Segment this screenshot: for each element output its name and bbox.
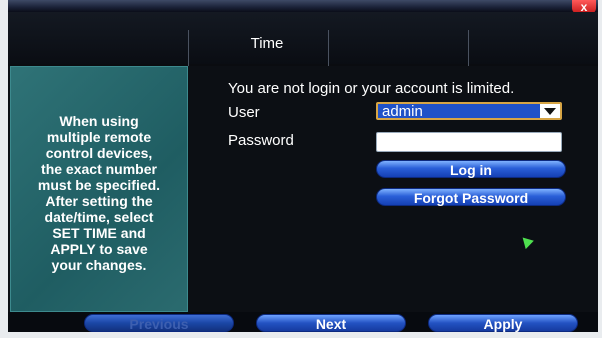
user-select[interactable]: admin [376,102,562,120]
password-label: Password [228,132,294,149]
previous-button[interactable]: Previous [84,314,234,332]
window-titlebar [8,0,598,12]
tab-time[interactable]: Time [204,35,330,52]
tab-divider [468,30,469,68]
forgot-password-button[interactable]: Forgot Password [376,188,566,206]
password-field[interactable] [376,132,562,152]
login-message: You are not login or your account is lim… [228,80,515,97]
apply-button[interactable]: Apply [428,314,578,332]
login-button[interactable]: Log in [376,160,566,178]
chevron-down-icon[interactable] [540,104,560,118]
dvr-screen: x Time When using multiple remote contro… [8,0,598,332]
help-panel: When using multiple remote control devic… [10,66,188,312]
bottom-nav: Previous Next Apply [8,312,598,332]
user-label: User [228,104,260,121]
tab-divider [188,30,189,68]
help-text: When using multiple remote control devic… [37,113,161,273]
user-value: admin [382,103,423,120]
next-button[interactable]: Next [256,314,406,332]
